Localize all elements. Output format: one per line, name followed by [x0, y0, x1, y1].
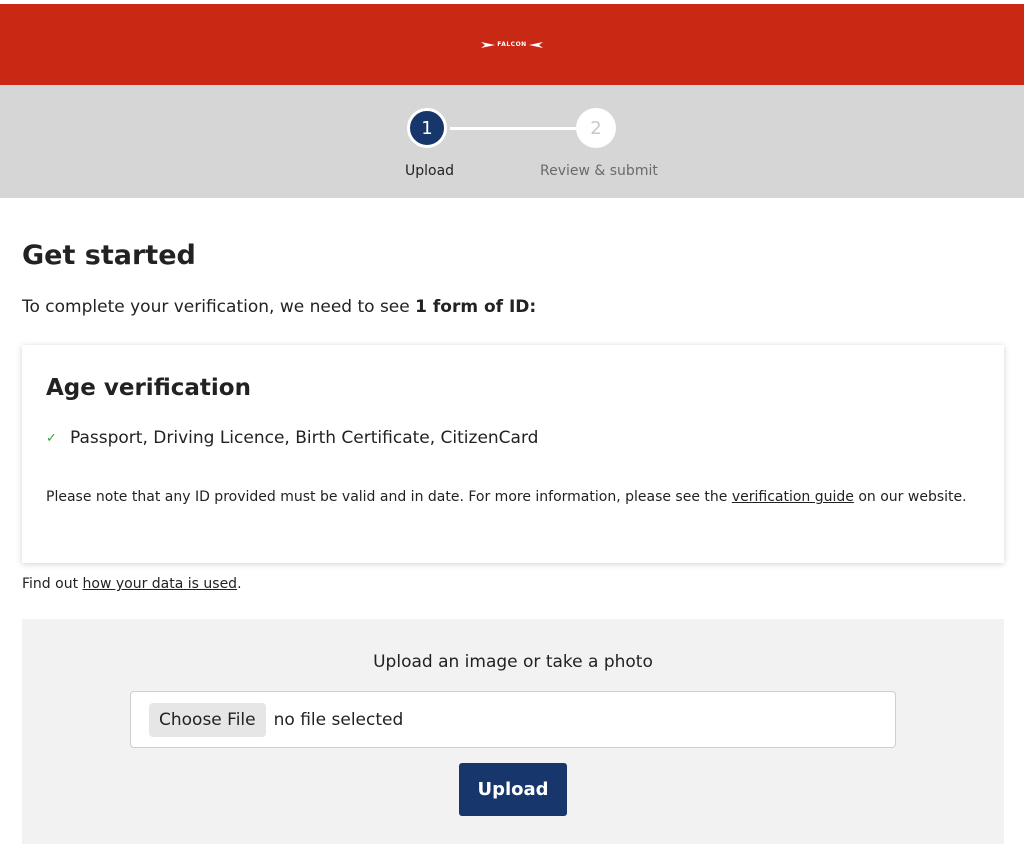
accepted-documents: ✓ Passport, Driving Licence, Birth Certi…: [46, 428, 538, 448]
age-verification-card: Age verification ✓ Passport, Driving Lic…: [22, 345, 1004, 563]
card-title: Age verification: [46, 375, 251, 401]
data-usage-prefix: Find out: [22, 576, 83, 592]
data-usage-link[interactable]: how your data is used: [83, 576, 238, 592]
upload-title: Upload an image or take a photo: [373, 652, 653, 672]
file-input[interactable]: Choose File no file selected: [130, 691, 896, 748]
intro-bold: 1 form of ID:: [415, 297, 537, 317]
documents-list: Passport, Driving Licence, Birth Certifi…: [70, 428, 539, 448]
step-2-indicator: 2: [576, 108, 616, 148]
left-wing-icon: [481, 41, 496, 48]
intro-prefix: To complete your verification, we need t…: [22, 297, 416, 317]
data-usage-text: Find out how your data is used.: [22, 576, 242, 592]
falcon-logo[interactable]: FALCON: [481, 41, 543, 48]
step-2-label: Review & submit: [540, 163, 658, 179]
intro-text: To complete your verification, we need t…: [22, 297, 536, 317]
site-header: FALCON: [0, 4, 1024, 85]
step-1-indicator: 1: [407, 108, 447, 148]
note-prefix: Please note that any ID provided must be…: [46, 489, 732, 505]
progress-stepper: [0, 85, 1024, 198]
choose-file-button[interactable]: Choose File: [149, 702, 266, 737]
validity-note: Please note that any ID provided must be…: [46, 482, 986, 512]
data-usage-suffix: .: [237, 576, 242, 592]
logo-text: FALCON: [497, 41, 527, 48]
upload-panel: Upload an image or take a photo Choose F…: [22, 619, 1004, 844]
right-wing-icon: [528, 41, 543, 48]
verification-guide-link[interactable]: verification guide: [732, 489, 854, 505]
page-title: Get started: [22, 240, 196, 271]
step-1-label: Upload: [405, 163, 455, 179]
upload-button[interactable]: Upload: [459, 763, 567, 816]
checkmark-icon: ✓: [46, 430, 57, 446]
file-status: no file selected: [273, 709, 404, 730]
note-suffix: on our website.: [853, 489, 967, 505]
step-connector: [450, 127, 576, 130]
